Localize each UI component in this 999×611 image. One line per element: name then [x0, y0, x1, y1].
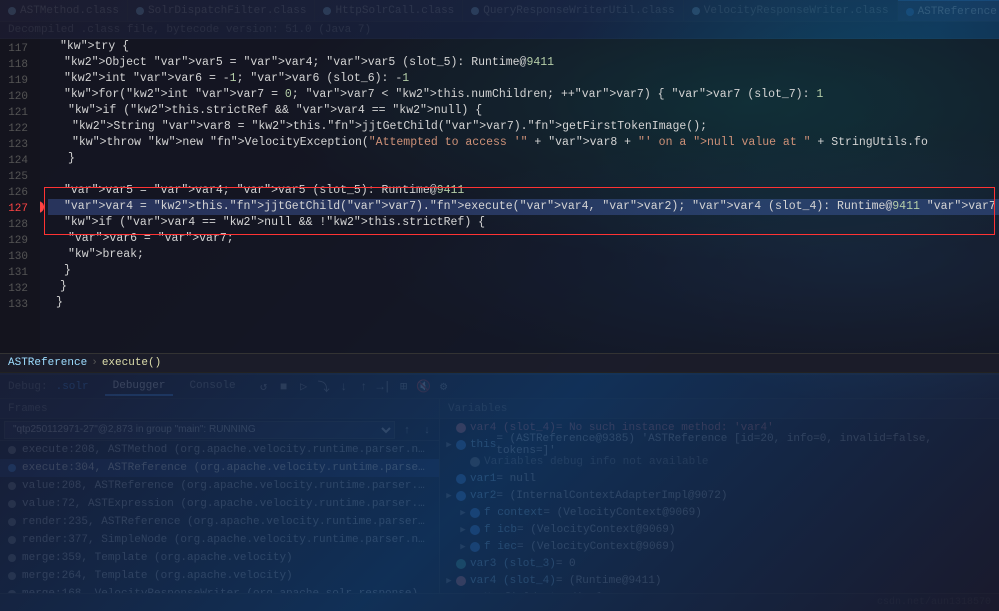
code-line: "kw">if ("var">var4 == "kw2">null && !"k…	[48, 215, 999, 231]
breadcrumb-method: execute()	[102, 357, 161, 369]
code-line: "kw">for("kw2">int "var">var7 = 0; "var"…	[48, 87, 999, 103]
line-number: 128	[0, 217, 34, 233]
line-number: 123	[0, 137, 34, 153]
line-number: 132	[0, 281, 34, 297]
code-line: "kw">if ("kw2">this.strictRef && "var">v…	[48, 103, 999, 119]
code-line: "kw">break;	[48, 247, 999, 263]
line-number: 126	[0, 185, 34, 201]
code-line: }	[48, 295, 999, 311]
line-number: 133	[0, 297, 34, 313]
line-number: 117	[0, 41, 34, 57]
code-line: }	[48, 279, 999, 295]
line-number: 127	[0, 201, 34, 217]
line-number: 118	[0, 57, 34, 73]
line-numbers: 1171181191201211221231241251261271281291…	[0, 39, 40, 353]
code-line: "kw2">Object "var">var5 = "var">var4; "v…	[48, 55, 999, 71]
line-number: 129	[0, 233, 34, 249]
line-number: 120	[0, 89, 34, 105]
code-line: "var">var6 = "var">var7;	[48, 231, 999, 247]
breadcrumb-class: ASTReference	[8, 357, 87, 369]
code-line: "var">var4 = "kw2">this."fn">jjtGetChild…	[48, 199, 999, 215]
code-line: "kw2">String "var">var8 = "kw2">this."fn…	[48, 119, 999, 135]
breakpoint-icon	[40, 201, 44, 213]
code-line: "kw">throw "kw">new "fn">VelocityExcepti…	[48, 135, 999, 151]
line-number: 125	[0, 169, 34, 185]
code-line: }	[48, 151, 999, 167]
line-number: 122	[0, 121, 34, 137]
line-number: 130	[0, 249, 34, 265]
code-line: "var">var5 = "var">var4; "var">var5 (slo…	[48, 183, 999, 199]
line-number: 119	[0, 73, 34, 89]
line-number: 121	[0, 105, 34, 121]
line-number: 124	[0, 153, 34, 169]
ide-container: ASTMethod.classSolrDispatchFilter.classH…	[0, 0, 999, 611]
code-content: "kw">try {"kw2">Object "var">var5 = "var…	[40, 39, 999, 353]
line-number: 131	[0, 265, 34, 281]
editor-area: 1171181191201211221231241251261271281291…	[0, 39, 999, 353]
code-line: "kw">try {	[48, 39, 999, 55]
code-line: "kw2">int "var">var6 = -1; "var">var6 (s…	[48, 71, 999, 87]
code-line: }	[48, 263, 999, 279]
breadcrumb-separator: ›	[91, 357, 98, 369]
code-line	[48, 167, 999, 183]
